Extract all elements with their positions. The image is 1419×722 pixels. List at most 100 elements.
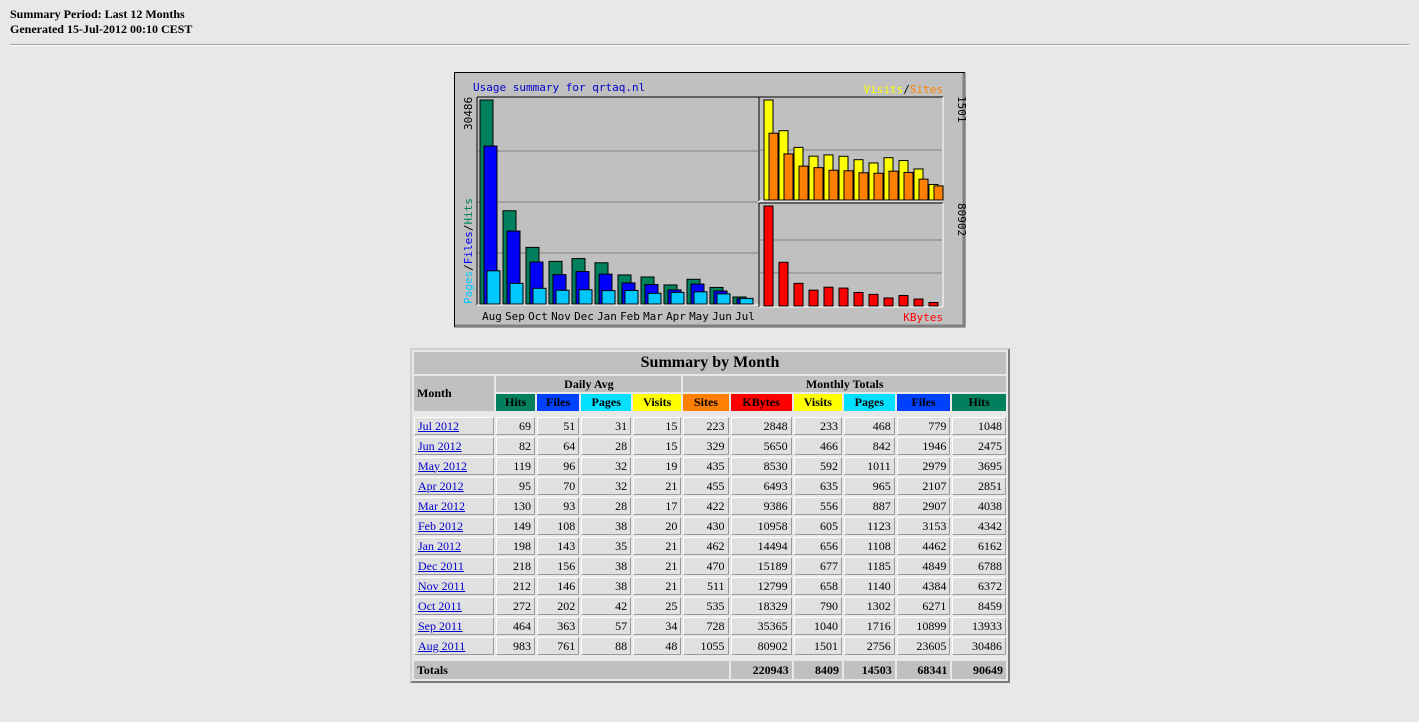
cell-sites: 535 bbox=[683, 597, 729, 615]
col-files: Files bbox=[896, 394, 951, 411]
month-header: Month bbox=[414, 376, 495, 411]
month-link[interactable]: Nov 2011 bbox=[418, 579, 465, 593]
month-link[interactable]: Apr 2012 bbox=[418, 479, 464, 493]
cell-hits: 4038 bbox=[952, 497, 1006, 515]
cell-d-files: 51 bbox=[536, 417, 580, 435]
cell-d-files: 64 bbox=[536, 437, 580, 455]
cell-d-hits: 82 bbox=[496, 437, 535, 455]
cell-pages: 887 bbox=[843, 497, 895, 515]
table-title: Summary by Month bbox=[414, 352, 1006, 374]
cell-visits: 635 bbox=[793, 477, 842, 495]
cell-kbytes: 5650 bbox=[730, 437, 792, 455]
month-link[interactable]: Feb 2012 bbox=[418, 519, 463, 533]
pages-bar bbox=[670, 291, 685, 305]
cell-sites: 223 bbox=[683, 417, 729, 435]
cell-pages: 468 bbox=[843, 417, 895, 435]
cell-d-pages: 88 bbox=[581, 637, 632, 655]
kbytes-axis-max: 80902 bbox=[955, 203, 966, 236]
pages-bar bbox=[532, 287, 547, 305]
cell-d-files: 96 bbox=[536, 457, 580, 475]
cell-files: 23605 bbox=[896, 637, 951, 655]
cell-kbytes: 14494 bbox=[730, 537, 792, 555]
cell-sites: 422 bbox=[683, 497, 729, 515]
sites-bar bbox=[873, 172, 884, 201]
month-link[interactable]: Jun 2012 bbox=[418, 439, 462, 453]
month-link[interactable]: Jul 2012 bbox=[418, 419, 459, 433]
kbytes-bar bbox=[898, 294, 909, 307]
month-link[interactable]: Aug 2011 bbox=[418, 639, 465, 653]
hits-axis-max: 30486 bbox=[462, 97, 475, 130]
cell-d-files: 108 bbox=[536, 517, 580, 535]
cell-hits: 1048 bbox=[952, 417, 1006, 435]
pages-bar bbox=[555, 289, 570, 305]
cell-files: 10899 bbox=[896, 617, 951, 635]
month-cell: Nov 2011 bbox=[414, 577, 495, 595]
col-pages: Pages bbox=[843, 394, 895, 411]
cell-files: 2907 bbox=[896, 497, 951, 515]
cell-d-pages: 38 bbox=[581, 517, 632, 535]
pages-bar bbox=[647, 292, 662, 305]
month-tick-label: Dec bbox=[574, 310, 594, 323]
month-link[interactable]: Mar 2012 bbox=[418, 499, 465, 513]
visits-sites-legend: Visits/Sites bbox=[864, 83, 944, 96]
month-tick-label: Mar bbox=[643, 310, 663, 323]
month-cell: Jul 2012 bbox=[414, 417, 495, 435]
report-header: Summary Period: Last 12 Months Generated… bbox=[10, 7, 192, 37]
cell-d-pages: 32 bbox=[581, 457, 632, 475]
cell-d-files: 156 bbox=[536, 557, 580, 575]
cell-pages: 1011 bbox=[843, 457, 895, 475]
kbytes-bar bbox=[838, 287, 849, 307]
cell-hits: 4342 bbox=[952, 517, 1006, 535]
cell-files: 4849 bbox=[896, 557, 951, 575]
col-sites: Sites bbox=[683, 394, 729, 411]
sites-legend: Sites bbox=[910, 83, 943, 96]
pages-bar bbox=[739, 297, 754, 305]
month-link[interactable]: Dec 2011 bbox=[418, 559, 464, 573]
month-tick-label: Oct bbox=[528, 310, 548, 323]
totals-label: Totals bbox=[414, 661, 729, 679]
col-hits: Hits bbox=[952, 394, 1006, 411]
total-kbytes: 220943 bbox=[730, 661, 792, 679]
month-link[interactable]: Oct 2011 bbox=[418, 599, 462, 613]
cell-kbytes: 6493 bbox=[730, 477, 792, 495]
cell-visits: 592 bbox=[793, 457, 842, 475]
month-link[interactable]: May 2012 bbox=[418, 459, 467, 473]
cell-d-files: 363 bbox=[536, 617, 580, 635]
pages-bar bbox=[509, 282, 524, 305]
cell-visits: 233 bbox=[793, 417, 842, 435]
month-cell: Apr 2012 bbox=[414, 477, 495, 495]
cell-kbytes: 8530 bbox=[730, 457, 792, 475]
month-link[interactable]: Jan 2012 bbox=[418, 539, 461, 553]
sites-bar bbox=[768, 132, 779, 201]
month-tick-label: Jul bbox=[735, 310, 755, 323]
month-cell: Jan 2012 bbox=[414, 537, 495, 555]
cell-d-visits: 34 bbox=[633, 617, 682, 635]
pages-bar bbox=[601, 290, 616, 305]
cell-visits: 1040 bbox=[793, 617, 842, 635]
table-row: Jan 2012 198 143 35 21 462 14494 656 1108 4462 616… bbox=[414, 537, 1006, 555]
sites-bar bbox=[933, 185, 944, 201]
month-tick-label: Feb bbox=[620, 310, 640, 323]
cell-sites: 1055 bbox=[683, 637, 729, 655]
cell-kbytes: 9386 bbox=[730, 497, 792, 515]
sites-bar bbox=[813, 167, 824, 201]
col-visits: Visits bbox=[793, 394, 842, 411]
month-cell: Aug 2011 bbox=[414, 637, 495, 655]
cell-d-visits: 19 bbox=[633, 457, 682, 475]
cell-files: 2107 bbox=[896, 477, 951, 495]
month-link[interactable]: Sep 2011 bbox=[418, 619, 463, 633]
cell-sites: 435 bbox=[683, 457, 729, 475]
cell-visits: 466 bbox=[793, 437, 842, 455]
cell-files: 2979 bbox=[896, 457, 951, 475]
daily-avg-header: Daily Avg bbox=[496, 376, 682, 392]
summary-table: Summary by Month Month Daily Avg Monthly… bbox=[410, 348, 1010, 683]
cell-d-hits: 198 bbox=[496, 537, 535, 555]
cell-hits: 2851 bbox=[952, 477, 1006, 495]
usage-graph: Usage summary for qrtaq.nl Visits/Sites … bbox=[454, 72, 966, 328]
cell-kbytes: 15189 bbox=[730, 557, 792, 575]
cell-pages: 1123 bbox=[843, 517, 895, 535]
sites-bar bbox=[858, 172, 869, 201]
cell-files: 1946 bbox=[896, 437, 951, 455]
graph-title: Usage summary for qrtaq.nl bbox=[473, 81, 645, 94]
kbytes-bar bbox=[793, 282, 804, 307]
